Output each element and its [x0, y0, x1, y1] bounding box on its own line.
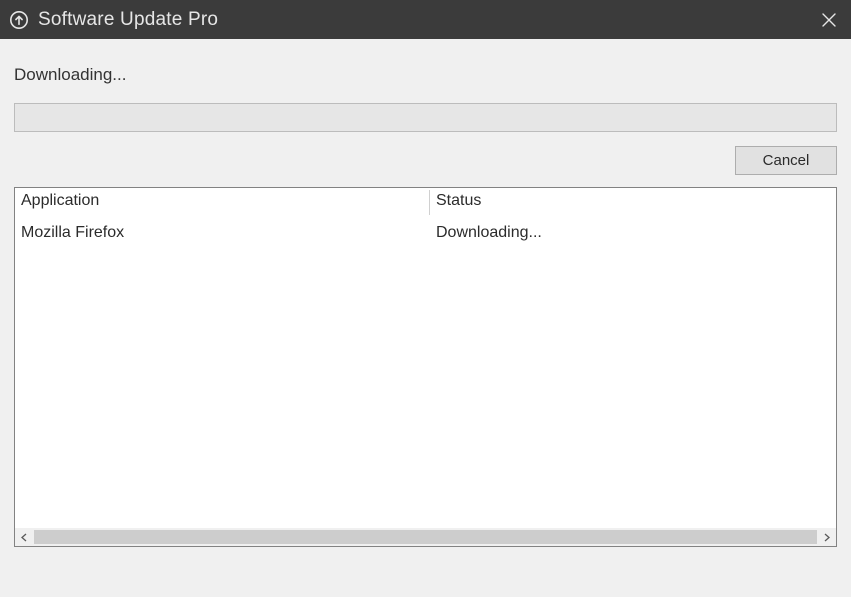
window-title: Software Update Pro — [38, 9, 218, 31]
button-row: Cancel — [14, 146, 837, 175]
window-close-button[interactable] — [806, 0, 851, 39]
table-row[interactable]: Mozilla Firefox Downloading... — [15, 218, 836, 248]
column-header-status[interactable]: Status — [430, 188, 836, 217]
downloads-grid: Application Status Mozilla Firefox Downl… — [15, 188, 836, 527]
scrollbar-thumb[interactable] — [34, 530, 817, 544]
scroll-right-icon[interactable] — [817, 528, 836, 546]
horizontal-scrollbar[interactable] — [15, 527, 836, 546]
overall-status-text: Downloading... — [14, 65, 837, 85]
table-body: Mozilla Firefox Downloading... — [15, 218, 836, 248]
scroll-left-icon[interactable] — [15, 528, 34, 546]
progress-bar — [14, 103, 837, 132]
titlebar: Software Update Pro — [0, 0, 851, 39]
cell-status: Downloading... — [430, 218, 836, 248]
content-area: Downloading... Cancel Application Status… — [0, 39, 851, 557]
table-header-row: Application Status — [15, 188, 836, 218]
cell-application: Mozilla Firefox — [15, 218, 430, 248]
downloads-table: Application Status Mozilla Firefox Downl… — [14, 187, 837, 547]
scrollbar-track[interactable] — [34, 528, 817, 546]
cancel-button[interactable]: Cancel — [735, 146, 837, 175]
update-up-arrow-icon — [8, 9, 30, 31]
column-header-application[interactable]: Application — [15, 188, 430, 217]
